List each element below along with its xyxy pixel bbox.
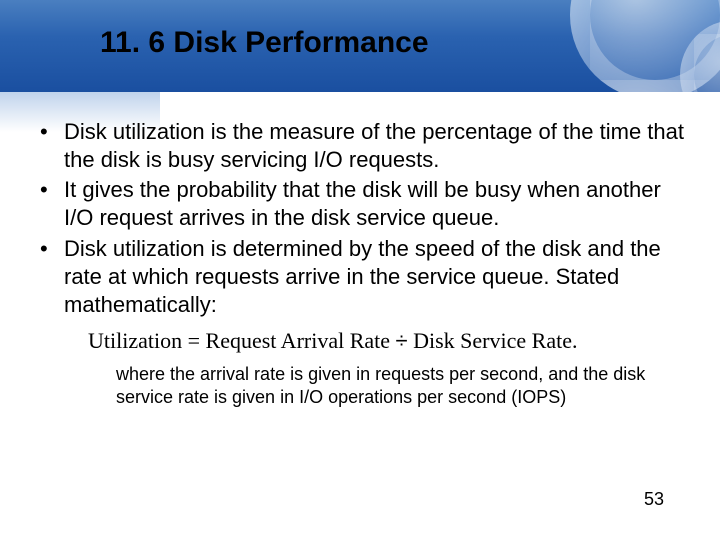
page-number: 53 [644, 489, 664, 510]
formula-lhs: Utilization [88, 328, 182, 353]
bullet-text: It gives the probability that the disk w… [64, 177, 661, 230]
formula-term2: Disk Service Rate. [413, 328, 577, 353]
formula-eq: = [188, 328, 200, 353]
formula-line: Utilization = Request Arrival Rate ÷ Dis… [88, 327, 690, 355]
formula-term1: Request Arrival Rate [206, 328, 391, 353]
bullet-text: Disk utilization is determined by the sp… [64, 236, 661, 317]
slide-title: 11. 6 Disk Performance [100, 26, 429, 60]
bullet-list: Disk utilization is the measure of the p… [36, 118, 690, 319]
banner-decoration [520, 0, 720, 92]
divide-icon: ÷ [396, 328, 408, 353]
bullet-item: It gives the probability that the disk w… [36, 176, 690, 232]
slide-body: Disk utilization is the measure of the p… [36, 118, 690, 409]
bullet-item: Disk utilization is the measure of the p… [36, 118, 690, 174]
bullet-item: Disk utilization is determined by the sp… [36, 235, 690, 319]
slide: 11. 6 Disk Performance Disk utilization … [0, 0, 720, 540]
formula-note: where the arrival rate is given in reque… [116, 363, 676, 409]
bullet-text: Disk utilization is the measure of the p… [64, 119, 684, 172]
